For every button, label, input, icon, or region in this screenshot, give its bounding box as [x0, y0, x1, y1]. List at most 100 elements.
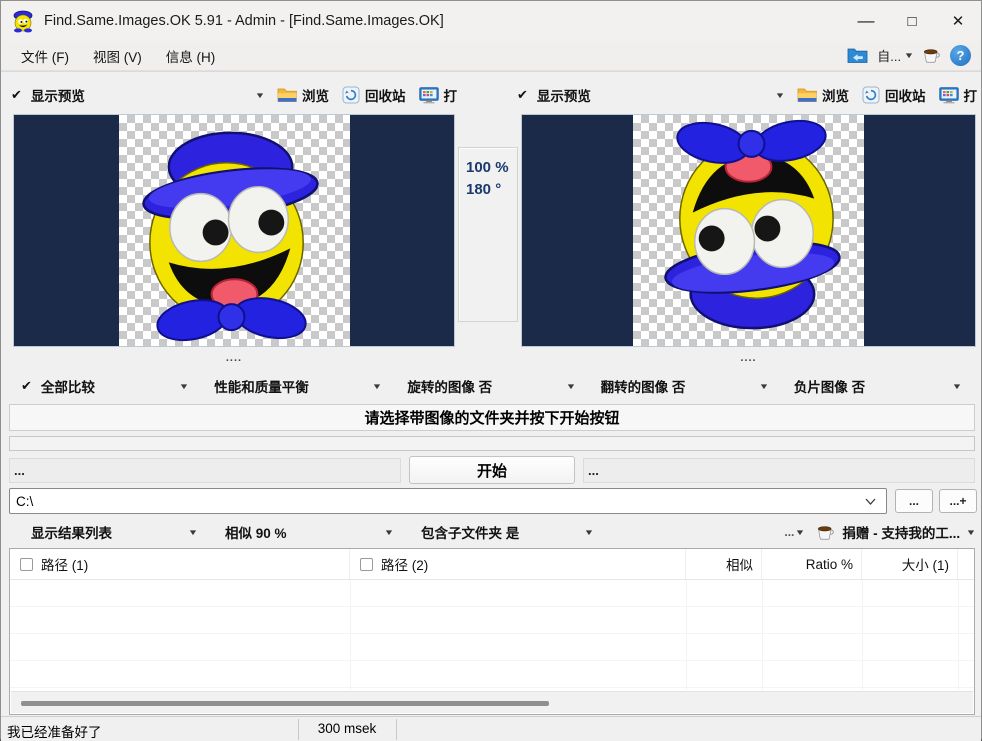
- folder-path-combobox[interactable]: C:\: [9, 488, 887, 514]
- comparison-options-row: ✔ 全部比较 ▼ 性能和质量平衡 ▼ 旋转的图像 否 ▼ 翻转的图像 否 ▼ 负…: [9, 372, 975, 400]
- zoom-rotation-panel: 100 % 180 °: [458, 147, 518, 322]
- maximize-button[interactable]: □: [889, 1, 935, 41]
- browse-button-left[interactable]: 浏览: [277, 85, 329, 105]
- menu-file[interactable]: 文件 (F): [9, 42, 81, 70]
- chevron-down-icon[interactable]: ▼: [255, 91, 266, 100]
- shared-folder-icon[interactable]: [847, 47, 868, 64]
- table-row: [10, 634, 974, 661]
- preview-image-right: [633, 115, 864, 346]
- select-all-checkbox-path1[interactable]: [20, 558, 33, 571]
- column-header-path1[interactable]: 路径 (1): [10, 549, 350, 579]
- coffee-cup-icon[interactable]: [922, 48, 941, 63]
- recycle-bin-button-right[interactable]: 回收站: [862, 85, 926, 105]
- check-icon: ✔: [21, 378, 32, 394]
- left-preview-toolbar: ✔ 显示预览 ▼ 浏览 回收站: [11, 80, 457, 110]
- open-label: 打: [964, 85, 978, 105]
- auto-menu[interactable]: 自... ▼: [877, 46, 913, 65]
- flipped-images-label: 翻转的图像 否: [601, 376, 760, 396]
- menu-info[interactable]: 信息 (H): [154, 42, 228, 70]
- folder-icon: [797, 87, 817, 103]
- column-header-similar[interactable]: 相似: [686, 549, 762, 579]
- column-header-path2[interactable]: 路径 (2): [350, 549, 686, 579]
- status-time: 300 msek: [298, 721, 396, 736]
- chevron-down-icon: ▼: [565, 382, 576, 391]
- dropdown-more[interactable]: ... ▼: [784, 525, 804, 539]
- path2-header-label: 路径 (2): [381, 554, 428, 574]
- instruction-banner: 请选择带图像的文件夹并按下开始按钮: [9, 404, 975, 431]
- similarity-label: 相似 90 %: [225, 522, 287, 542]
- browse-button-right[interactable]: 浏览: [797, 85, 849, 105]
- preview-panel-left: [13, 114, 455, 347]
- table-header-row: 路径 (1) 路径 (2) 相似 Ratio % 大小 (1): [10, 549, 974, 580]
- folder-icon: [277, 87, 297, 103]
- chevron-down-icon: ▼: [384, 528, 395, 537]
- subfolders-label: 包含子文件夹 是: [421, 522, 519, 542]
- column-header-size[interactable]: 大小 (1): [862, 549, 958, 579]
- browse-label: 浏览: [822, 85, 849, 105]
- chevron-down-icon[interactable]: ▼: [775, 91, 786, 100]
- recycle-bin-button-left[interactable]: 回收站: [342, 85, 406, 105]
- window-title: Find.Same.Images.OK 5.91 - Admin - [Find…: [44, 13, 444, 29]
- browse-folder-button[interactable]: ...: [895, 489, 933, 513]
- show-preview-left-label[interactable]: 显示预览: [31, 85, 85, 105]
- app-logo-icon: [11, 9, 35, 33]
- monitor-icon: [939, 87, 959, 104]
- results-table: 路径 (1) 路径 (2) 相似 Ratio % 大小 (1): [9, 548, 975, 715]
- column-divider: [686, 580, 687, 690]
- chevron-down-icon: ▼: [188, 528, 199, 537]
- column-divider: [958, 580, 959, 690]
- table-row: [10, 580, 974, 607]
- column-header-ratio[interactable]: Ratio %: [762, 549, 862, 579]
- coffee-cup-icon: [816, 525, 835, 540]
- rotation-value: 180 °: [466, 179, 517, 201]
- rotated-images-label: 旋转的图像 否: [407, 376, 566, 396]
- negative-images-label: 负片图像 否: [794, 376, 953, 396]
- start-row: ... 开始 ...: [1, 456, 982, 484]
- dropdown-flipped-images[interactable]: 翻转的图像 否 ▼: [589, 376, 782, 396]
- menu-view[interactable]: 视图 (V): [81, 42, 154, 70]
- dropdown-quality-balance[interactable]: 性能和质量平衡 ▼: [202, 376, 395, 396]
- path1-header-label: 路径 (1): [41, 554, 88, 574]
- dropdown-negative-images[interactable]: 负片图像 否 ▼: [782, 376, 975, 396]
- filter-row: 显示结果列表 ▼ 相似 90 % ▼ 包含子文件夹 是 ▼ ... ▼: [9, 518, 975, 546]
- chevron-down-icon: ▼: [179, 382, 190, 391]
- select-all-checkbox-path2[interactable]: [360, 558, 373, 571]
- status-divider: [396, 719, 397, 740]
- status-bar: 我已经准备好了 300 msek: [1, 716, 981, 741]
- column-divider: [762, 580, 763, 690]
- dropdown-compare-all[interactable]: ✔ 全部比较 ▼: [9, 376, 202, 396]
- chevron-down-icon: ▼: [372, 382, 383, 391]
- table-body: [10, 580, 974, 690]
- chevron-down-icon: ▼: [904, 51, 915, 60]
- main-content: ✔ 显示预览 ▼ 浏览 回收站: [1, 71, 981, 716]
- path-row: C:\ ... ...+: [1, 488, 982, 514]
- menu-bar-right: 自... ▼ ?: [847, 45, 971, 66]
- auto-menu-label: 自...: [877, 46, 901, 65]
- help-icon[interactable]: ?: [950, 45, 971, 66]
- dropdown-rotated-images[interactable]: 旋转的图像 否 ▼: [395, 376, 588, 396]
- splitter-grip-left: ....: [13, 352, 455, 364]
- recycle-bin-icon: [342, 86, 360, 104]
- zoom-value: 100 %: [466, 157, 517, 179]
- close-button[interactable]: ✕: [935, 1, 981, 41]
- preview-image-left: [119, 115, 350, 346]
- dropdown-similarity[interactable]: 相似 90 % ▼: [207, 522, 403, 542]
- horizontal-scrollbar[interactable]: [11, 691, 973, 713]
- status-field-right: ...: [583, 458, 975, 483]
- progress-bar: [9, 436, 975, 451]
- dropdown-subfolders[interactable]: 包含子文件夹 是 ▼: [403, 522, 603, 542]
- check-icon[interactable]: ✔: [517, 87, 528, 103]
- dropdown-show-results[interactable]: 显示结果列表 ▼: [9, 522, 207, 542]
- start-button[interactable]: 开始: [409, 456, 575, 484]
- horizontal-scrollbar-thumb[interactable]: [21, 701, 549, 706]
- add-folder-button[interactable]: ...+: [939, 489, 977, 513]
- open-button-right[interactable]: 打: [939, 85, 978, 105]
- status-message: 我已经准备好了: [7, 721, 102, 741]
- app-window: Find.Same.Images.OK 5.91 - Admin - [Find…: [0, 0, 982, 741]
- check-icon[interactable]: ✔: [11, 87, 22, 103]
- show-preview-right-label[interactable]: 显示预览: [537, 85, 591, 105]
- folder-path-value: C:\: [16, 494, 865, 509]
- donate-menu[interactable]: 捐赠 - 支持我的工... ▼: [816, 522, 975, 542]
- minimize-button[interactable]: —: [843, 1, 889, 41]
- open-button-left[interactable]: 打: [419, 85, 458, 105]
